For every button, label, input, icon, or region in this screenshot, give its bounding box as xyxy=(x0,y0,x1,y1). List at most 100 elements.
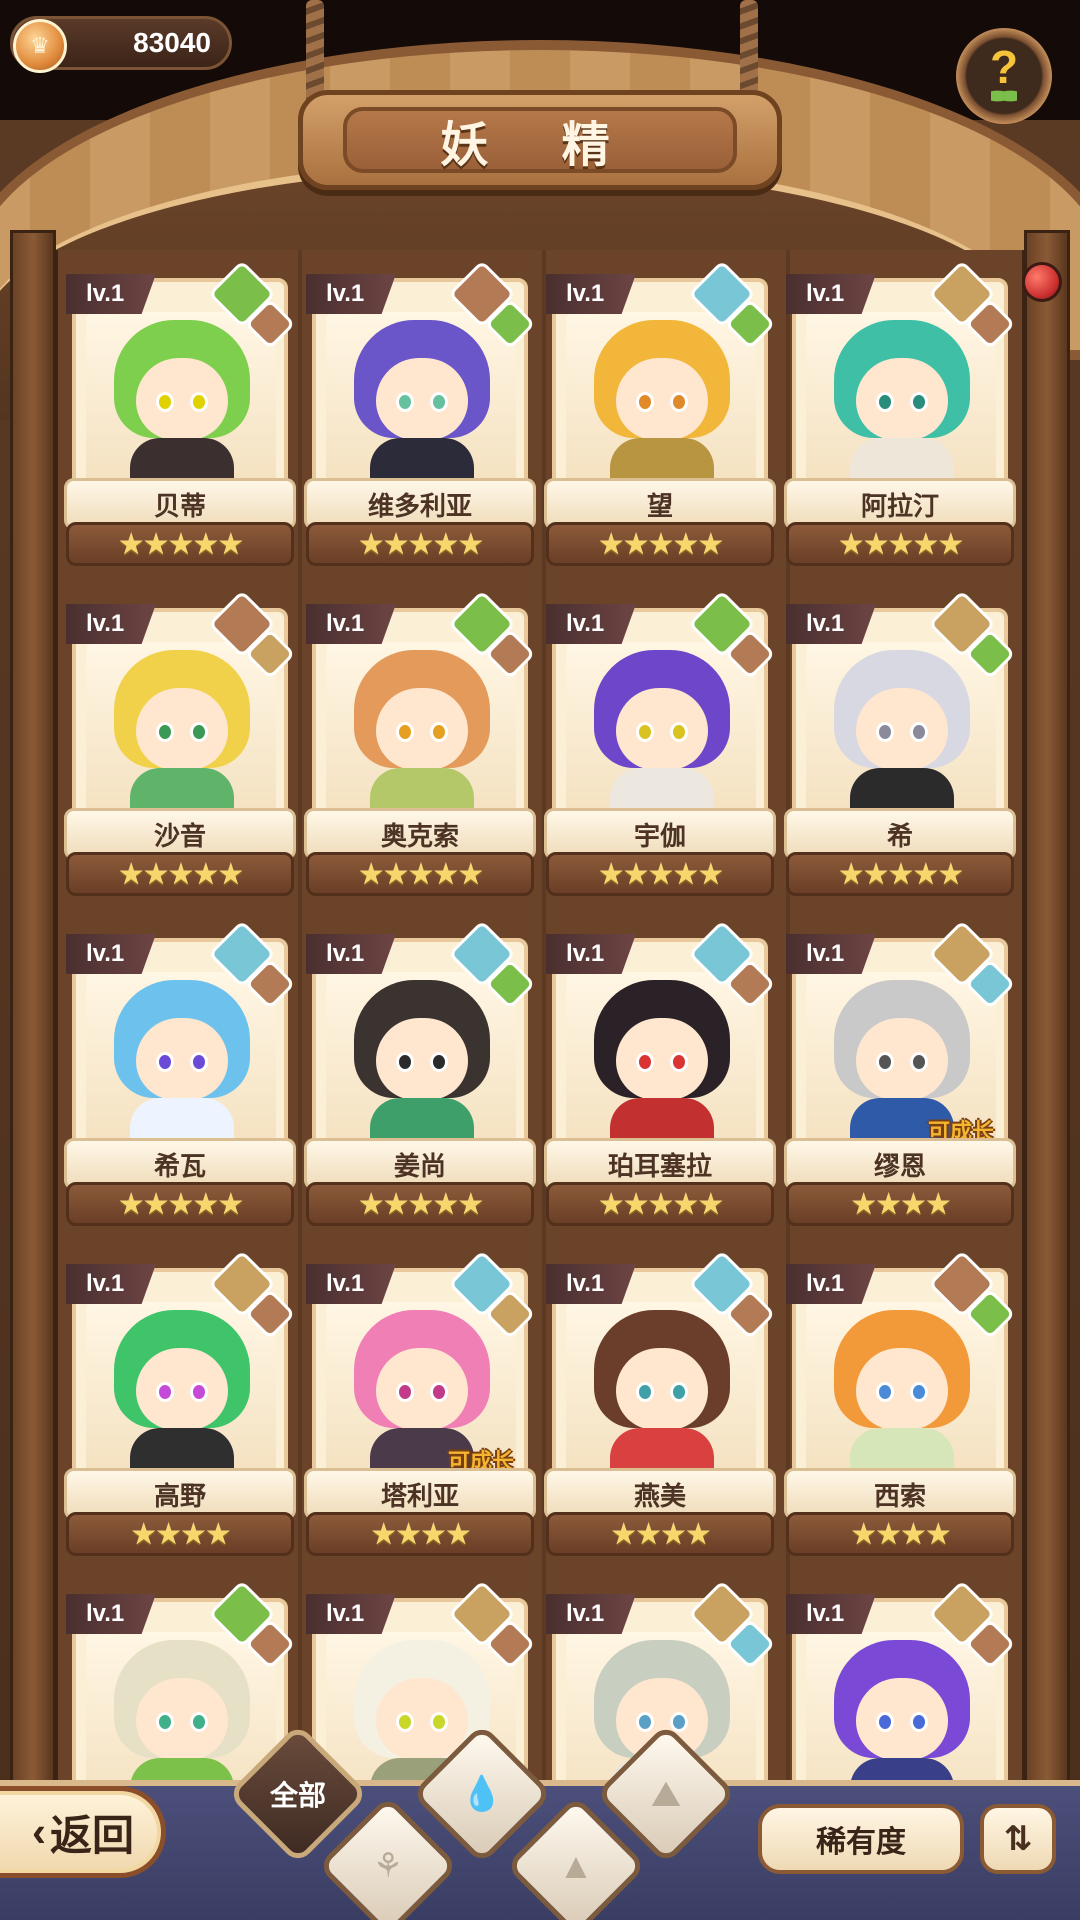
fairy-portrait xyxy=(326,642,516,818)
fairy-eye xyxy=(876,1052,894,1072)
fairy-face xyxy=(376,358,468,440)
fairy-face xyxy=(856,1018,948,1100)
fairy-card[interactable]: lv.1 西索 ★★★★ xyxy=(784,1250,1016,1560)
fairy-card[interactable]: lv.1 珀耳塞拉 ★★★★★ xyxy=(544,920,776,1230)
level-tag: lv.1 xyxy=(306,1264,396,1304)
star-rating: ★★★★★ xyxy=(786,522,1014,566)
fairy-card[interactable]: lv.1 燕美 ★★★★ xyxy=(544,1250,776,1560)
fairy-face xyxy=(136,1348,228,1430)
fairy-face xyxy=(136,1678,228,1760)
fairy-card[interactable]: lv.1 沙音 ★★★★★ xyxy=(64,590,296,900)
water-drop-icon: 💧 xyxy=(460,1775,504,1813)
fairy-eye xyxy=(430,722,448,742)
ladybug-notification-icon[interactable] xyxy=(1022,262,1062,302)
fairy-eye xyxy=(876,722,894,742)
star-rating: ★★★★★ xyxy=(786,852,1014,896)
fairy-eye xyxy=(190,722,208,742)
level-tag: lv.1 xyxy=(546,934,636,974)
fairy-eye xyxy=(190,1382,208,1402)
fairy-eye xyxy=(876,1712,894,1732)
sort-rarity-button[interactable]: 稀有度 xyxy=(758,1804,964,1874)
fairy-card[interactable]: 可成长 lv.1 缪恩 ★★★★ xyxy=(784,920,1016,1230)
fairy-eye xyxy=(396,722,414,742)
fairy-eye xyxy=(396,1382,414,1402)
fairy-eye xyxy=(670,392,688,412)
star-rating: ★★★★★ xyxy=(66,522,294,566)
fairy-eye xyxy=(190,1712,208,1732)
fairy-card[interactable]: lv.1 希瓦 ★★★★★ xyxy=(64,920,296,1230)
rock-icon: ⛰ xyxy=(650,1772,682,1814)
fairy-card[interactable]: lv.1 奥克索 ★★★★★ xyxy=(304,590,536,900)
fairy-eye xyxy=(910,1052,928,1072)
fairy-portrait xyxy=(86,1302,276,1478)
fairy-eye xyxy=(156,1712,174,1732)
fairy-card[interactable]: lv.1 阿拉汀 ★★★★★ xyxy=(784,260,1016,570)
level-tag: lv.1 xyxy=(66,1264,156,1304)
sort-order-button[interactable]: ⇅ xyxy=(980,1804,1056,1874)
fairy-portrait xyxy=(326,972,516,1148)
fairy-card[interactable]: 可成长 lv.1 塔利亚 ★★★★ xyxy=(304,1250,536,1560)
level-tag: lv.1 xyxy=(786,1264,876,1304)
fairy-face xyxy=(136,358,228,440)
level-tag: lv.1 xyxy=(66,604,156,644)
fairy-eye xyxy=(876,1382,894,1402)
fairy-face xyxy=(376,1348,468,1430)
help-button[interactable]: ? xyxy=(956,28,1052,124)
fairy-portrait xyxy=(86,312,276,488)
fairy-card[interactable]: lv.1 希 ★★★★★ xyxy=(784,590,1016,900)
star-rating: ★★★★★ xyxy=(546,1182,774,1226)
fairy-face xyxy=(856,1678,948,1760)
fairy-card[interactable]: lv.1 姜尚 ★★★★★ xyxy=(304,920,536,1230)
fairy-face xyxy=(616,688,708,770)
fairy-face xyxy=(856,688,948,770)
back-label: 返回 xyxy=(49,1811,134,1859)
title-sign: 妖 精 xyxy=(298,90,782,190)
star-rating: ★★★★★ xyxy=(66,1182,294,1226)
fairy-eye xyxy=(910,392,928,412)
fairy-card[interactable]: lv.1 宇伽 ★★★★★ xyxy=(544,590,776,900)
fairy-card[interactable]: lv.1 高野 ★★★★ xyxy=(64,1250,296,1560)
fairy-portrait xyxy=(86,972,276,1148)
fairy-eye xyxy=(670,1382,688,1402)
fairy-eye xyxy=(636,1052,654,1072)
level-tag: lv.1 xyxy=(546,604,636,644)
level-tag: lv.1 xyxy=(306,604,396,644)
fairy-eye xyxy=(636,722,654,742)
level-tag: lv.1 xyxy=(546,274,636,314)
page-title: 妖 精 xyxy=(343,107,737,173)
fairy-portrait xyxy=(566,972,756,1148)
fairy-eye xyxy=(156,722,174,742)
star-rating: ★★★★★ xyxy=(66,852,294,896)
currency-display: ♛ 83040 xyxy=(10,16,232,73)
star-rating: ★★★★ xyxy=(306,1512,534,1556)
filter-all-label: 全部 xyxy=(269,1780,326,1811)
level-tag: lv.1 xyxy=(546,1594,636,1634)
chevron-left-icon: ‹ xyxy=(31,1808,46,1855)
level-tag: lv.1 xyxy=(306,934,396,974)
star-rating: ★★★★★ xyxy=(546,522,774,566)
fairy-collection-screen: ♛ 83040 ? 妖 精 lv.1 贝蒂 ★★★★★ lv.1 维多利亚 ★★… xyxy=(0,0,1080,1920)
star-rating: ★★★★★ xyxy=(306,1182,534,1226)
back-button[interactable]: ‹ 返回 xyxy=(0,1786,166,1878)
fairy-eye xyxy=(156,1052,174,1072)
level-tag: lv.1 xyxy=(66,274,156,314)
fairy-card[interactable]: lv.1 望 ★★★★★ xyxy=(544,260,776,570)
sprout-icon: ⚘ xyxy=(372,1847,404,1885)
fairy-face xyxy=(616,358,708,440)
left-pillar xyxy=(10,230,56,1790)
level-tag: lv.1 xyxy=(306,274,396,314)
help-question-mark: ? xyxy=(989,41,1019,93)
fairy-portrait xyxy=(566,312,756,488)
fairy-face xyxy=(136,688,228,770)
fairy-eye xyxy=(156,1382,174,1402)
fairy-eye xyxy=(430,1382,448,1402)
fairy-eye xyxy=(396,1712,414,1732)
level-tag: lv.1 xyxy=(786,274,876,314)
fairy-portrait xyxy=(806,1302,996,1478)
fairy-card[interactable]: lv.1 维多利亚 ★★★★★ xyxy=(304,260,536,570)
fairy-eye xyxy=(430,392,448,412)
fairy-card[interactable]: lv.1 贝蒂 ★★★★★ xyxy=(64,260,296,570)
level-tag: lv.1 xyxy=(786,1594,876,1634)
star-rating: ★★★★ xyxy=(546,1512,774,1556)
fairy-eye xyxy=(156,392,174,412)
